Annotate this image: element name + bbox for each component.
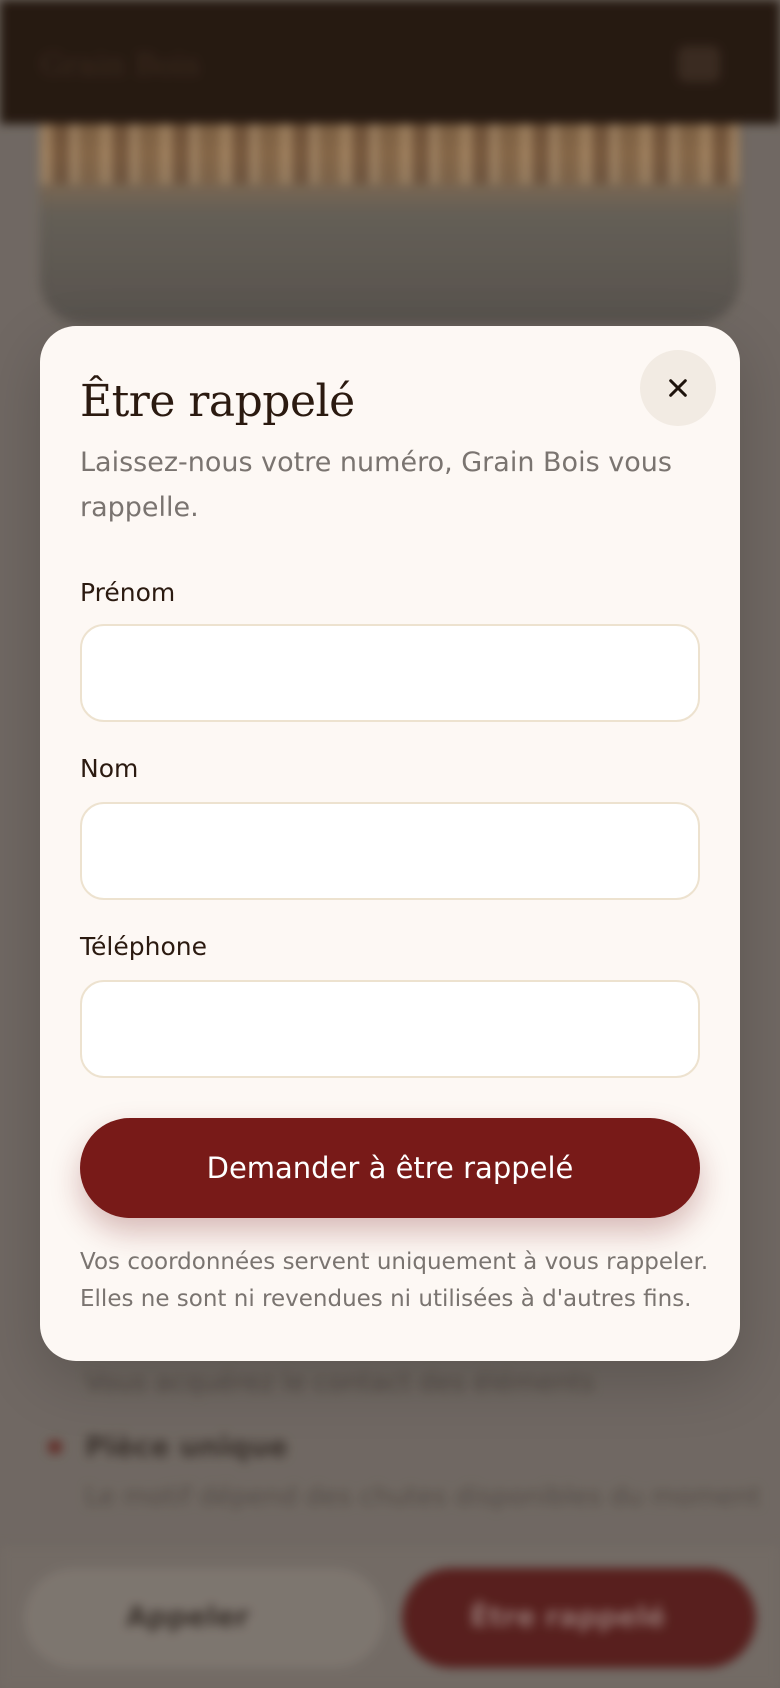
privacy-line: Elles ne sont ni revendues ni utilisées … [80,1286,692,1312]
request-callback-button[interactable]: Demander à être rappelé [80,1118,700,1218]
modal-subtitle: Laissez-nous votre numéro, Grain Bois vo… [80,447,672,523]
privacy-line: Vos coordonnées servent uniquement à vou… [80,1249,709,1275]
close-icon [669,379,687,397]
first-name-input[interactable] [80,624,700,722]
first-name-label: Prénom [80,578,176,607]
privacy-notice: Vos coordonnées servent uniquement à vou… [80,1244,720,1318]
page: Grain Bois Vous acquérez le contact des … [0,0,780,1688]
modal-title: Être rappelé [80,376,355,427]
callback-modal: Être rappelé Laissez-nous votre numéro, … [40,326,740,1361]
close-button[interactable] [640,350,716,426]
last-name-input[interactable] [80,802,700,900]
phone-input[interactable] [80,980,700,1078]
phone-label: Téléphone [80,932,207,961]
last-name-label: Nom [80,754,139,783]
